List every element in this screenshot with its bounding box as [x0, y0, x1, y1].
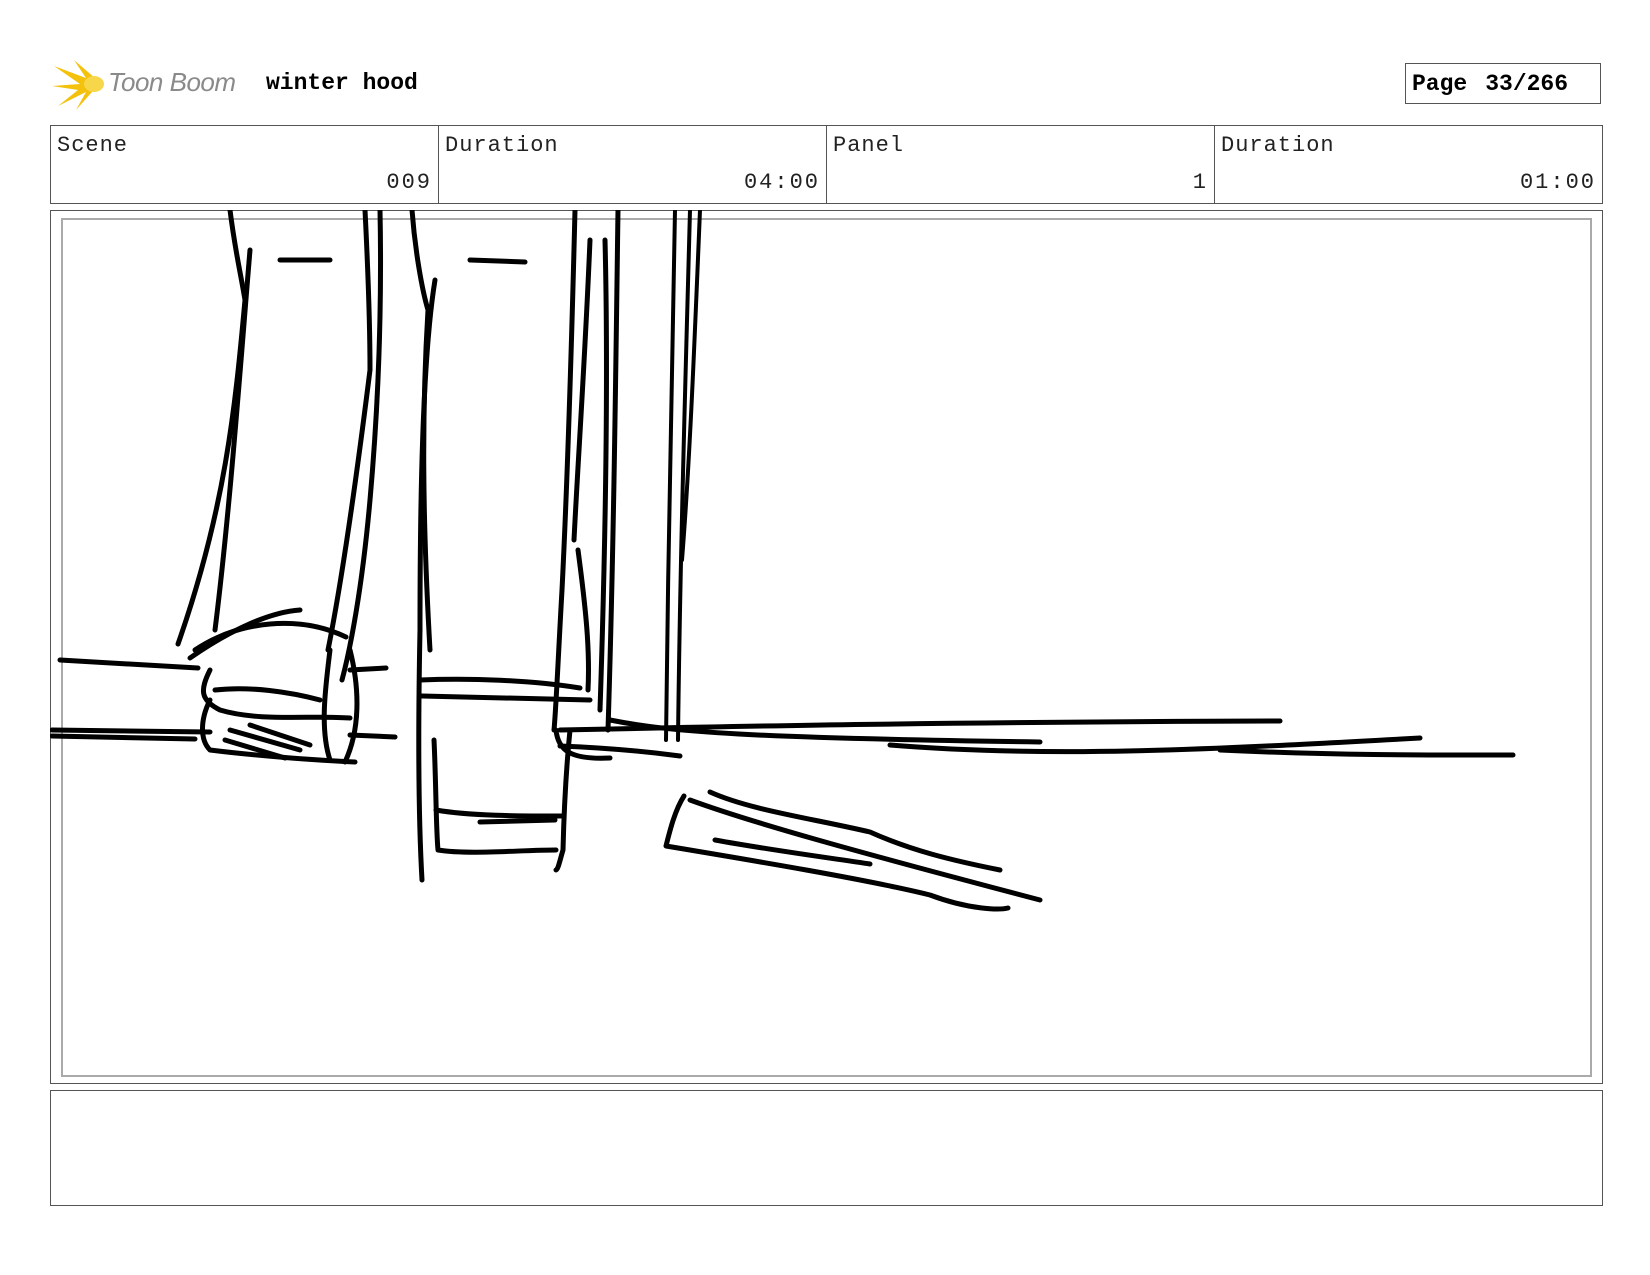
- logo-wordmark: Toon Boom: [108, 67, 236, 97]
- scene-duration-value: 04:00: [743, 170, 820, 195]
- stick-sketch: [663, 789, 1043, 912]
- panel-duration-cell: Duration 01:00: [1215, 126, 1602, 203]
- panel-duration-value: 01:00: [1519, 170, 1596, 195]
- project-title: winter hood: [266, 70, 418, 96]
- panel-duration-label: Duration: [1221, 133, 1335, 158]
- background-pole-sketch: [664, 210, 702, 742]
- page-number: 33/266: [1485, 70, 1569, 97]
- scene-duration-label: Duration: [445, 133, 559, 158]
- panel-label: Panel: [833, 133, 905, 158]
- page-label: Page: [1412, 70, 1468, 97]
- panel-info-row: Scene 009 Duration 04:00 Panel 1 Duratio…: [50, 125, 1603, 204]
- page-counter: Page 33/266: [1405, 63, 1601, 104]
- panel-number: 1: [1192, 170, 1208, 195]
- toon-boom-logo: Toon Boom: [52, 56, 247, 110]
- panel-cell: Panel 1: [827, 126, 1215, 203]
- scene-cell: Scene 009: [51, 126, 439, 203]
- left-leg-sketch: [175, 210, 384, 765]
- scene-number: 009: [386, 170, 432, 195]
- right-leg-sketch: [409, 210, 621, 883]
- sketch-drawing: [50, 210, 1516, 912]
- action-notes-box: [50, 1090, 1603, 1206]
- scene-label: Scene: [57, 133, 129, 158]
- starburst-icon: [52, 60, 104, 110]
- scene-duration-cell: Duration 04:00: [439, 126, 827, 203]
